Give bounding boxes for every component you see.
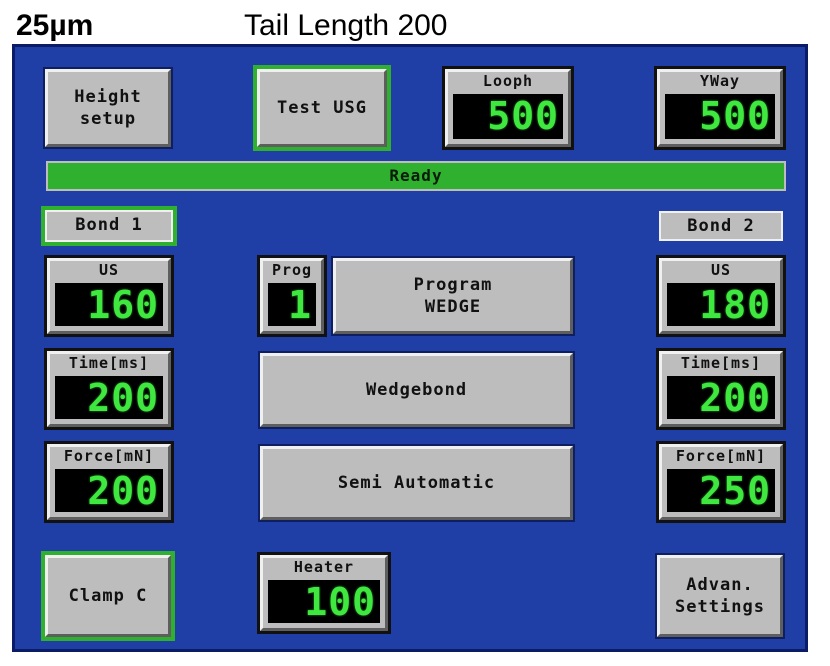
prog-label: Prog — [271, 261, 313, 279]
tail-length-caption: Tail Length 200 — [244, 9, 448, 42]
bond1-title[interactable]: Bond 1 — [45, 210, 173, 242]
bond1-us-readout[interactable]: US 160 — [47, 258, 171, 334]
bond2-time-label: Time[ms] — [680, 354, 762, 372]
yway-label: YWay — [699, 72, 741, 90]
bond2-us-readout[interactable]: US 180 — [659, 258, 783, 334]
advanced-settings-button[interactable]: Advan. Settings — [657, 555, 783, 637]
bond1-us-label: US — [98, 261, 120, 279]
yway-readout[interactable]: YWay 500 — [657, 69, 783, 147]
program-wedge-label: Program WEDGE — [413, 275, 493, 317]
bond1-time-readout[interactable]: Time[ms] 200 — [47, 351, 171, 427]
control-panel: Height setup Test USG Looph 500 YWay 500… — [12, 44, 808, 652]
wire-diameter-caption: 25µm — [16, 9, 94, 42]
bond1-force-value: 200 — [55, 469, 163, 512]
bond2-force-readout[interactable]: Force[mN] 250 — [659, 444, 783, 520]
heater-readout[interactable]: Heater 100 — [260, 555, 388, 631]
bond2-us-label: US — [710, 261, 732, 279]
yway-value: 500 — [665, 94, 775, 139]
prog-value: 1 — [268, 283, 316, 326]
semi-automatic-label: Semi Automatic — [337, 473, 496, 493]
looph-readout[interactable]: Looph 500 — [445, 69, 571, 147]
heater-label: Heater — [293, 558, 355, 576]
wedgebond-label: Wedgebond — [365, 380, 468, 400]
bond2-force-label: Force[mN] — [675, 447, 767, 465]
height-setup-label: Height setup — [74, 87, 142, 129]
advanced-settings-label: Advan. Settings — [675, 575, 765, 617]
bond2-us-value: 180 — [667, 283, 775, 326]
looph-label: Looph — [482, 72, 534, 90]
wedgebond-button[interactable]: Wedgebond — [260, 353, 573, 427]
bond1-force-readout[interactable]: Force[mN] 200 — [47, 444, 171, 520]
bond2-title[interactable]: Bond 2 — [659, 211, 783, 241]
status-bar: Ready — [46, 161, 786, 191]
bond1-force-label: Force[mN] — [63, 447, 155, 465]
looph-value: 500 — [453, 94, 563, 139]
clamp-c-button[interactable]: Clamp C — [45, 555, 171, 637]
program-wedge-button[interactable]: Program WEDGE — [333, 258, 573, 334]
bond2-time-value: 200 — [667, 376, 775, 419]
bond1-time-label: Time[ms] — [68, 354, 150, 372]
test-usg-button[interactable]: Test USG — [257, 69, 387, 147]
clamp-c-label: Clamp C — [68, 586, 148, 606]
bond2-force-value: 250 — [667, 469, 775, 512]
test-usg-label: Test USG — [277, 98, 367, 118]
semi-automatic-button[interactable]: Semi Automatic — [260, 446, 573, 520]
bond1-us-value: 160 — [55, 283, 163, 326]
bond2-time-readout[interactable]: Time[ms] 200 — [659, 351, 783, 427]
prog-readout[interactable]: Prog 1 — [260, 258, 324, 334]
heater-value: 100 — [268, 580, 380, 623]
bond1-time-value: 200 — [55, 376, 163, 419]
height-setup-button[interactable]: Height setup — [45, 69, 171, 147]
